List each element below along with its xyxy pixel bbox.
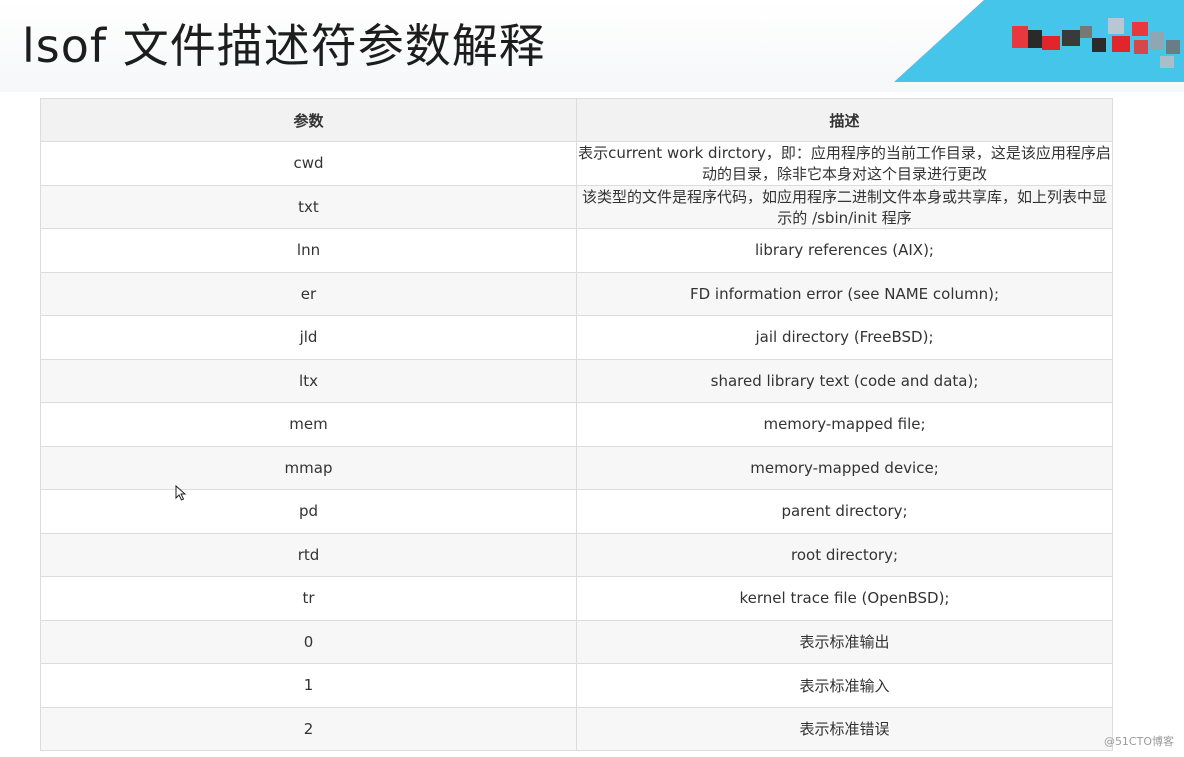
table-row: mmap memory-mapped device; <box>40 445 1113 490</box>
table-row: 2 表示标准错误 <box>40 706 1113 751</box>
cell-desc: 该类型的文件是程序代码，如应用程序二进制文件本身或共享库，如上列表中显示的 /s… <box>576 184 1113 229</box>
cell-param: ltx <box>40 358 577 403</box>
mouse-pointer-icon <box>175 485 187 501</box>
table-row: txt 该类型的文件是程序代码，如应用程序二进制文件本身或共享库，如上列表中显示… <box>40 184 1113 229</box>
header-param: 参数 <box>40 98 577 142</box>
watermark: @51CTO博客 <box>1103 735 1174 748</box>
cell-param: jld <box>40 315 577 360</box>
cell-param: 1 <box>40 663 577 708</box>
cell-param: 2 <box>40 706 577 751</box>
table-row: ltx shared library text (code and data); <box>40 358 1113 403</box>
cell-desc: jail directory (FreeBSD); <box>576 315 1113 360</box>
cell-desc: 表示标准输入 <box>576 663 1113 708</box>
cell-desc: memory-mapped file; <box>576 402 1113 447</box>
cell-desc: kernel trace file (OpenBSD); <box>576 576 1113 621</box>
table-row: cwd 表示current work dirctory，即：应用程序的当前工作目… <box>40 141 1113 186</box>
cell-param: 0 <box>40 619 577 664</box>
pixelated-logo <box>1012 12 1184 70</box>
cell-param: mem <box>40 402 577 447</box>
cell-desc: FD information error (see NAME column); <box>576 271 1113 316</box>
table-row: jld jail directory (FreeBSD); <box>40 315 1113 360</box>
cell-desc: shared library text (code and data); <box>576 358 1113 403</box>
cell-desc: library references (AIX); <box>576 228 1113 273</box>
table-row: 0 表示标准输出 <box>40 619 1113 664</box>
table-row: 1 表示标准输入 <box>40 663 1113 708</box>
table-row: lnn library references (AIX); <box>40 228 1113 273</box>
slide-title: lsof 文件描述符参数解释 <box>22 19 546 73</box>
cell-desc: root directory; <box>576 532 1113 577</box>
cell-param: tr <box>40 576 577 621</box>
cell-param: mmap <box>40 445 577 490</box>
cell-desc: memory-mapped device; <box>576 445 1113 490</box>
cell-param: pd <box>40 489 577 534</box>
cell-param: lnn <box>40 228 577 273</box>
table-header-row: 参数 描述 <box>40 98 1113 142</box>
cell-param: er <box>40 271 577 316</box>
table-row: mem memory-mapped file; <box>40 402 1113 447</box>
table-row: pd parent directory; <box>40 489 1113 534</box>
cell-param: cwd <box>40 141 577 186</box>
table-row: rtd root directory; <box>40 532 1113 577</box>
params-table: 参数 描述 cwd 表示current work dirctory，即：应用程序… <box>40 98 1113 751</box>
table-row: tr kernel trace file (OpenBSD); <box>40 576 1113 621</box>
cell-desc: 表示标准错误 <box>576 706 1113 751</box>
cell-desc: 表示标准输出 <box>576 619 1113 664</box>
header-desc: 描述 <box>576 98 1113 142</box>
table-row: er FD information error (see NAME column… <box>40 271 1113 316</box>
cell-desc: parent directory; <box>576 489 1113 534</box>
cell-param: rtd <box>40 532 577 577</box>
cell-desc: 表示current work dirctory，即：应用程序的当前工作目录，这是… <box>576 141 1113 186</box>
cell-param: txt <box>40 184 577 229</box>
